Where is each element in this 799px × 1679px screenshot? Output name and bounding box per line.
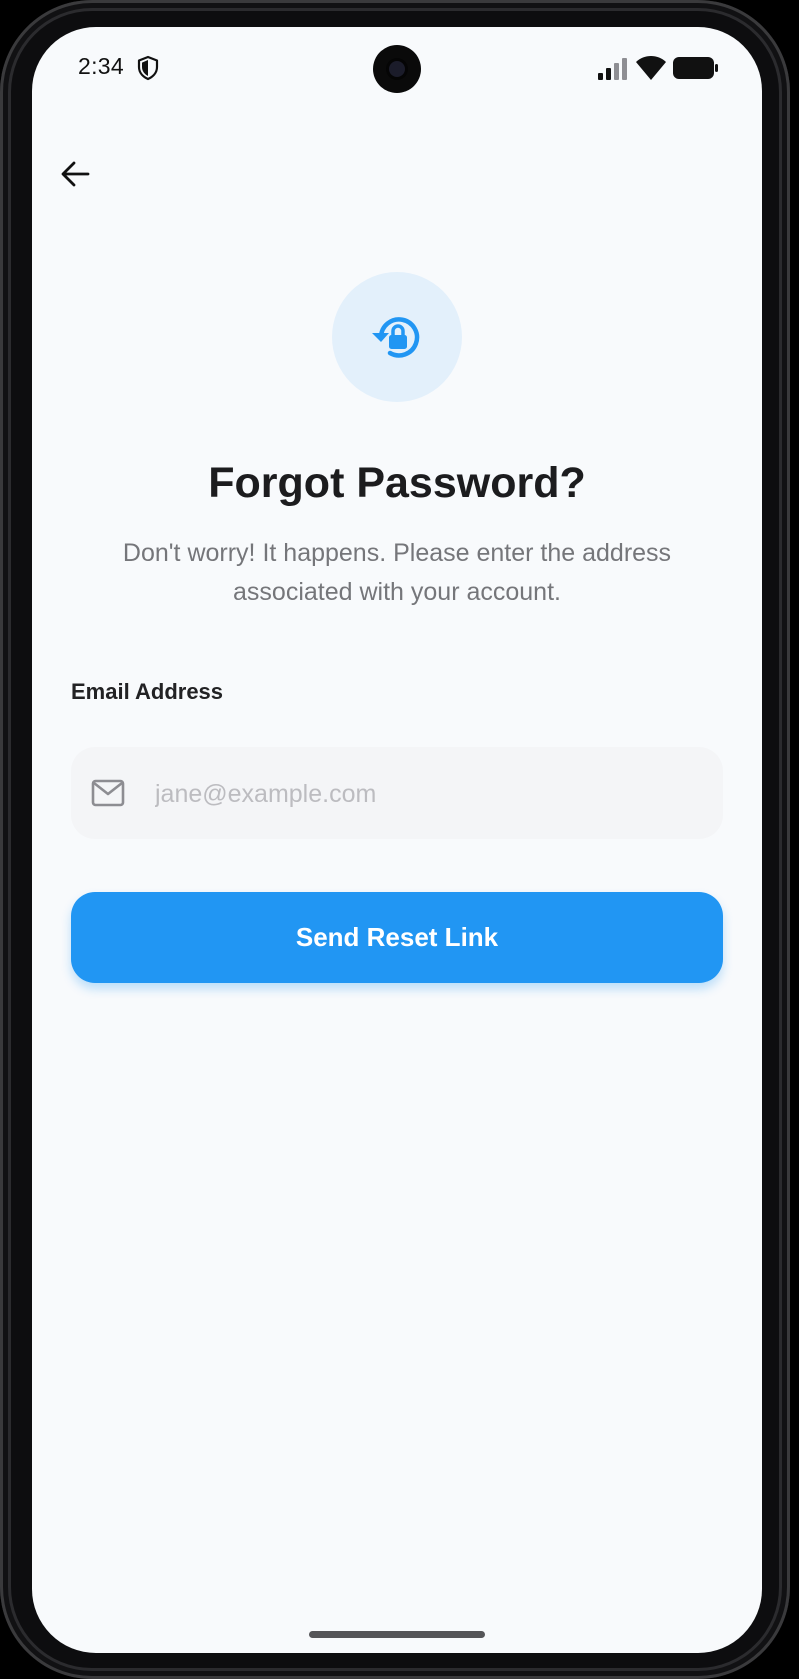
page-title: Forgot Password? bbox=[208, 459, 586, 507]
hero-icon-circle bbox=[332, 272, 462, 402]
email-field-container[interactable] bbox=[71, 747, 723, 839]
send-reset-link-button[interactable]: Send Reset Link bbox=[71, 892, 723, 983]
home-indicator[interactable] bbox=[309, 1631, 485, 1638]
status-time: 2:34 bbox=[78, 53, 124, 79]
front-camera bbox=[373, 45, 421, 93]
arrow-left-icon bbox=[61, 161, 90, 187]
phone-frame: 2:34 Forgot Password? Don't worry! It ha… bbox=[0, 0, 790, 1679]
battery-icon bbox=[673, 57, 718, 79]
email-input[interactable] bbox=[153, 767, 697, 821]
lock-reset-icon bbox=[372, 317, 420, 358]
shield-icon bbox=[137, 55, 159, 81]
email-label: Email Address bbox=[71, 679, 224, 704]
app-screen: 2:34 Forgot Password? Don't worry! It ha… bbox=[32, 27, 762, 1653]
back-button[interactable] bbox=[52, 151, 98, 197]
status-bar: 2:34 bbox=[32, 27, 762, 117]
mail-icon bbox=[91, 779, 125, 807]
page-subtitle: Don't worry! It happens. Please enter th… bbox=[122, 539, 672, 606]
signal-icon bbox=[598, 58, 627, 80]
wifi-icon bbox=[636, 56, 666, 80]
